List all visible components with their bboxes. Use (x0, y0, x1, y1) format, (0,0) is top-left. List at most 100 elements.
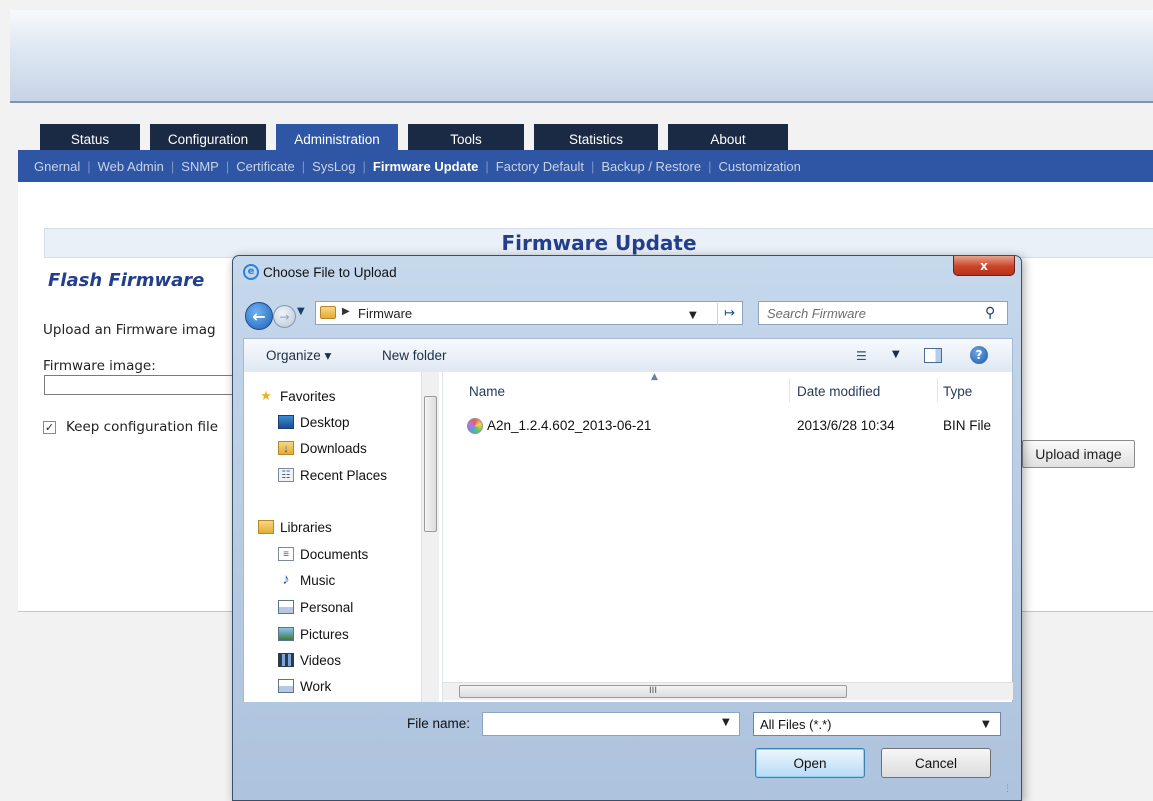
recent-places-icon: ☷ (278, 468, 294, 482)
subnav-separator: | (485, 158, 489, 174)
downloads-icon: ↓ (278, 441, 294, 455)
column-divider[interactable] (789, 378, 790, 402)
subnav-snmp[interactable]: SNMP (177, 159, 223, 174)
firmware-file-input[interactable] (44, 375, 244, 395)
resize-grip-icon[interactable]: ⋮ (1003, 784, 1012, 794)
nav-music[interactable]: ♪ Music (278, 570, 335, 590)
tab-administration[interactable]: Administration (276, 124, 398, 150)
address-bar[interactable]: ▶ Firmware (315, 301, 743, 325)
nav-label: Libraries (280, 519, 332, 535)
work-icon (278, 679, 294, 693)
open-button[interactable]: Open (755, 748, 865, 778)
help-icon[interactable]: ? (970, 346, 988, 364)
column-date-modified[interactable]: Date modified (797, 384, 880, 399)
nav-label: Recent Places (300, 467, 388, 483)
tab-tools[interactable]: Tools (408, 124, 524, 150)
music-icon: ♪ (282, 571, 290, 588)
nav-downloads[interactable]: ↓ Downloads (278, 438, 367, 458)
flash-firmware-heading: Flash Firmware (48, 270, 205, 291)
nav-documents[interactable]: ≡ Documents (278, 544, 368, 564)
keep-config-label: Keep configuration file (66, 419, 219, 435)
main-tabs: Status Configuration Administration Tool… (40, 124, 798, 150)
upload-image-button[interactable]: Upload image (1022, 440, 1135, 468)
tab-configuration[interactable]: Configuration (150, 124, 266, 150)
tab-status[interactable]: Status (40, 124, 140, 150)
file-name: A2n_1.2.4.602_2013-06-21 (487, 418, 652, 433)
file-type: BIN File (943, 418, 992, 433)
bin-file-icon (467, 418, 483, 434)
history-dropdown-icon[interactable]: ▼ (297, 306, 305, 317)
nav-label: Desktop (300, 414, 350, 430)
star-icon: ★ (260, 388, 272, 403)
keep-config-checkbox[interactable]: ✓ (43, 421, 56, 434)
nav-libraries[interactable]: Libraries (258, 517, 332, 537)
subnav-general[interactable]: Gnernal (30, 159, 84, 174)
subnav-backup-restore[interactable]: Backup / Restore (597, 159, 705, 174)
nav-label: Favorites (280, 388, 336, 404)
file-upload-dialog: e Choose File to Upload x ← → ▼ ▶ Firmwa… (232, 255, 1022, 801)
subnav-separator: | (301, 158, 306, 174)
back-button[interactable]: ← (245, 302, 273, 330)
search-input[interactable]: Search Firmware (767, 306, 866, 321)
videos-icon (278, 653, 294, 667)
preview-pane-icon[interactable] (924, 348, 942, 363)
column-name[interactable]: Name (469, 384, 505, 399)
libraries-icon (258, 520, 274, 534)
file-type-value: All Files (*.*) (760, 717, 832, 732)
subnav-separator: | (590, 158, 595, 174)
cancel-button[interactable]: Cancel (881, 748, 991, 778)
refresh-icon[interactable]: ↦ (717, 303, 741, 325)
column-type[interactable]: Type (943, 384, 972, 399)
forward-button[interactable]: → (273, 305, 296, 328)
file-name-dropdown-icon[interactable]: ▼ (722, 717, 730, 728)
subnav-syslog[interactable]: SysLog (308, 159, 359, 174)
nav-pane-scrollbar[interactable] (421, 372, 439, 702)
subnav-firmware-update[interactable]: Firmware Update (369, 159, 482, 174)
file-list: ▲ Name Date modified Type A2n_1.2.4.602_… (443, 372, 1013, 702)
organize-button[interactable]: Organize ▾ (266, 348, 331, 364)
nav-label: Work (300, 678, 332, 694)
navigation-pane: ★ Favorites Desktop ↓ Downloads ☷ Recent… (243, 372, 443, 702)
file-name-label: File name: (407, 716, 471, 731)
nav-videos[interactable]: Videos (278, 650, 341, 670)
dialog-title: Choose File to Upload (263, 265, 397, 280)
subnav-separator: | (225, 158, 230, 174)
hscroll-thumb[interactable]: III (459, 685, 847, 698)
tab-about[interactable]: About (668, 124, 788, 150)
tab-statistics[interactable]: Statistics (534, 124, 658, 150)
nav-favorites[interactable]: ★ Favorites (258, 386, 336, 406)
breadcrumb-arrow-icon[interactable]: ▶ (342, 306, 350, 317)
subnav-separator: | (87, 158, 91, 174)
dialog-toolbar: Organize ▾ New folder ☰ ▼ ? (243, 338, 1013, 372)
folder-icon (320, 306, 336, 319)
new-folder-button[interactable]: New folder (382, 348, 447, 363)
search-icon[interactable]: ⚲ (985, 305, 995, 321)
nav-personal[interactable]: Personal (278, 597, 353, 617)
nav-recent-places[interactable]: ☷ Recent Places (278, 465, 387, 485)
nav-label: Documents (300, 546, 369, 562)
subnav-certificate[interactable]: Certificate (232, 159, 299, 174)
nav-label: Pictures (300, 626, 349, 642)
subnav-separator: | (362, 158, 366, 174)
views-dropdown-icon[interactable]: ▼ (892, 349, 900, 360)
file-name-input[interactable] (482, 712, 740, 736)
close-button[interactable]: x (953, 256, 1015, 276)
views-icon[interactable]: ☰ (856, 349, 867, 363)
column-divider[interactable] (937, 378, 938, 402)
file-list-scrollbar[interactable]: III (443, 682, 1013, 700)
nav-pictures[interactable]: Pictures (278, 624, 349, 644)
subnav-factory-default[interactable]: Factory Default (492, 159, 588, 174)
file-type-select[interactable]: All Files (*.*) ▼ (753, 712, 1001, 736)
file-row[interactable]: A2n_1.2.4.602_2013-06-21 2013/6/28 10:34… (453, 414, 1013, 438)
nav-work[interactable]: Work (278, 676, 331, 696)
address-dropdown-icon[interactable]: ▼ (689, 310, 697, 321)
nav-label: Personal (300, 599, 354, 615)
nav-desktop[interactable]: Desktop (278, 412, 350, 432)
subnav-customization[interactable]: Customization (714, 159, 804, 174)
nav-scroll-thumb[interactable] (424, 396, 437, 532)
firmware-image-label: Firmware image: (43, 358, 156, 374)
breadcrumb-firmware[interactable]: Firmware (358, 306, 412, 321)
subnav-web-admin[interactable]: Web Admin (94, 159, 168, 174)
search-field[interactable]: Search Firmware ⚲ (758, 301, 1008, 325)
file-type-dropdown-icon[interactable]: ▼ (982, 719, 990, 730)
